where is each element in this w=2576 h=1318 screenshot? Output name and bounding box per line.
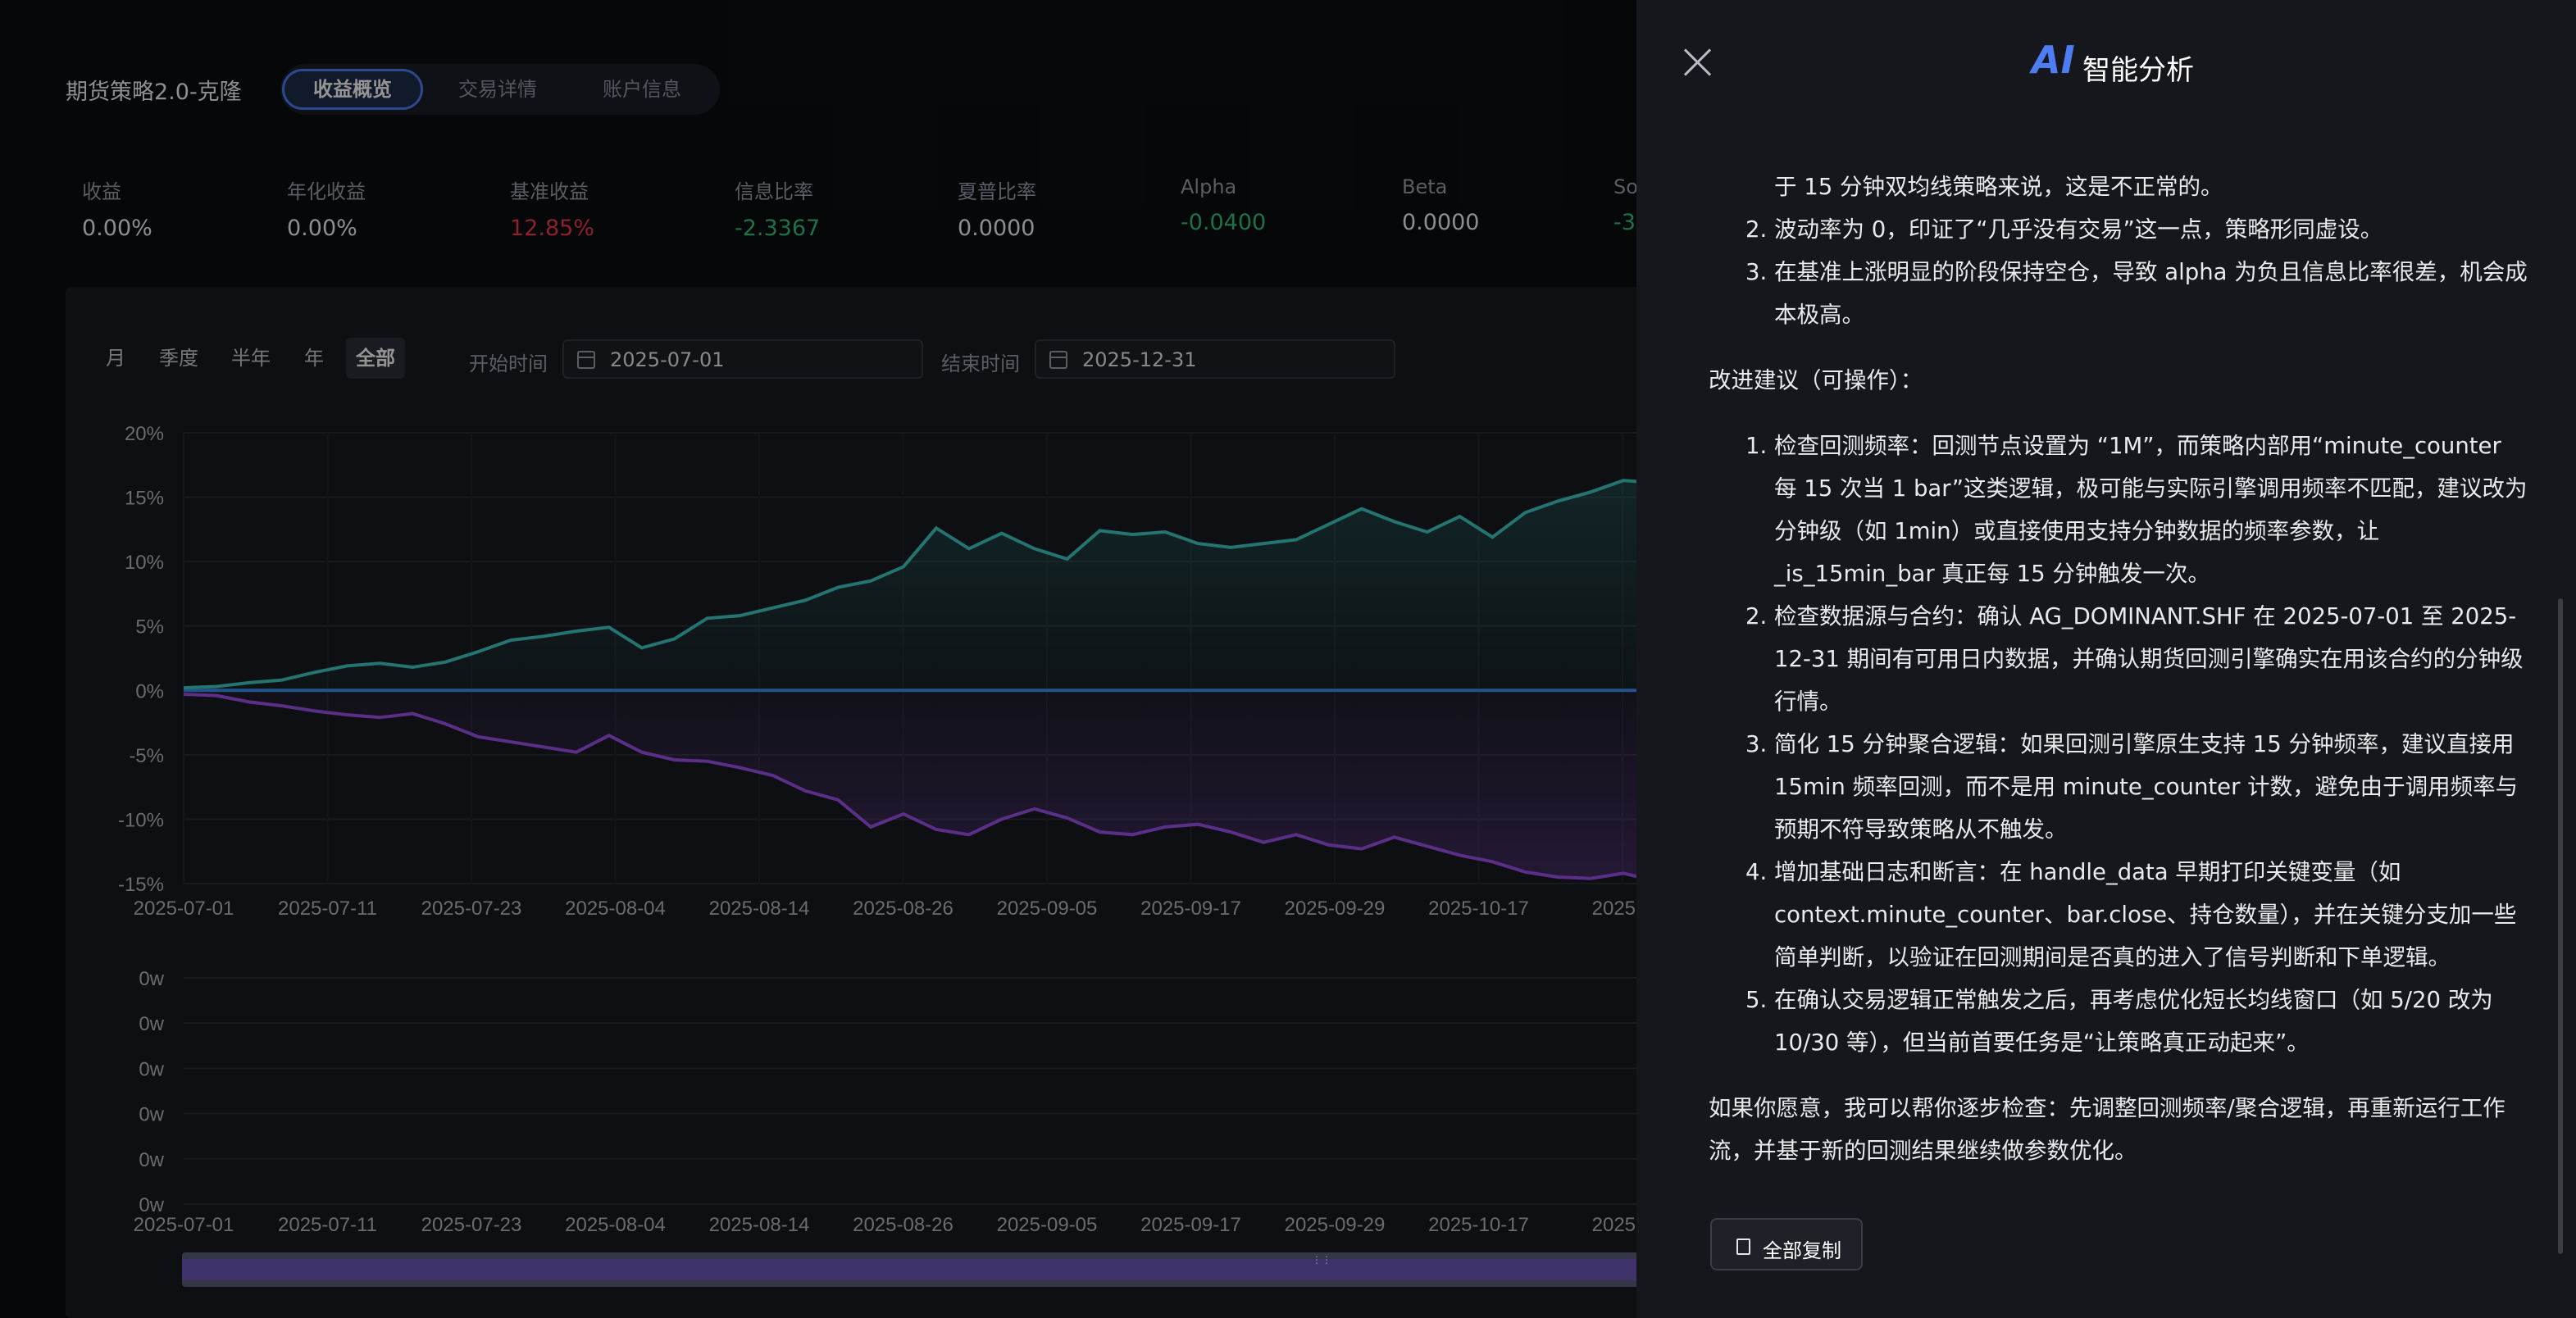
returns-chart: 20% 15% 10% 5% 0% -5% -10% -15% 2025-07-01 2025-… (118, 423, 1640, 1236)
y-tick-label: -10% (118, 809, 164, 831)
panel-scrollbar[interactable] (2558, 598, 2563, 1254)
y-tick-label: 5% (135, 616, 164, 639)
series-area-cyan (184, 480, 1640, 691)
x-tick-label: 2025-08-04 (565, 898, 666, 920)
x-tick-label: 2025-09-17 (1140, 898, 1241, 920)
zoom-range-fill (182, 1259, 1638, 1280)
x-tick-label: 2025-08-26 (853, 898, 953, 920)
x-tick-label: 2025-07-01 (134, 1214, 234, 1236)
zoom-grip-handle[interactable]: ⋮⋮ (1312, 1254, 1331, 1266)
suggestion-item: 在确认交易逻辑正常触发之后，再考虑优化短长均线窗口（如 5/20 改为 10/3… (1774, 979, 2528, 1064)
y-tick-label: 0w (139, 1104, 164, 1126)
x-tick-label: 2025-09-29 (1285, 898, 1386, 920)
y-tick-label: 20% (125, 423, 164, 445)
x-tick-label: 2025-1 (1592, 1214, 1640, 1236)
y-tick-label: 0w (139, 968, 164, 990)
y-tick-label: 0w (139, 1194, 164, 1216)
closing-paragraph: 如果你愿意，我可以帮你逐步检查：先调整回测频率/聚合逻辑，再重新运行工作流，并基… (1709, 1095, 2505, 1164)
x-tick-label: 2025-09-29 (1285, 1214, 1386, 1236)
x-tick-label: 2025-10-17 (1428, 1214, 1529, 1236)
y-tick-label: -15% (118, 874, 164, 896)
series-area-purple (184, 690, 1640, 879)
x-tick-label: 2025-08-14 (709, 1214, 810, 1236)
x-tick-label: 2025-07-01 (134, 898, 234, 920)
y-tick-label: 15% (125, 488, 164, 510)
y-tick-label: -5% (129, 745, 164, 767)
x-tick-label: 2025-08-04 (565, 1214, 666, 1236)
x-tick-label: 2025-07-23 (421, 1214, 522, 1236)
x-tick-label: 2025-07-11 (278, 1214, 377, 1236)
x-tick-label: 2025-09-05 (997, 1214, 1098, 1236)
x-tick-label: 2025-09-17 (1140, 1214, 1241, 1236)
y-tick-label: 0% (135, 680, 164, 702)
copy-all-label: 全部复制 (1763, 1239, 1841, 1262)
suggestion-item: 简化 15 分钟聚合逻辑：如果回测引擎原生支持 15 分钟频率，建议直接用 15… (1774, 723, 2528, 851)
ai-logo-icon: AI (2032, 38, 2075, 82)
copy-all-button[interactable]: 全部复制 (1710, 1218, 1863, 1270)
close-icon[interactable] (1681, 46, 1714, 79)
panel-title: 智能分析 (2082, 54, 2194, 87)
issue-item: 波动率为 0，印证了“几乎没有交易”这一点，策略形同虚设。 (1774, 208, 2528, 251)
chart-zoom-scrollbar[interactable]: ⋮⋮ (182, 1252, 1638, 1287)
issue-item: 于 15 分钟双均线策略来说，这是不正常的。 (1774, 174, 2223, 200)
issue-item: 在基准上涨明显的阶段保持空仓，导致 alpha 为负且信息比率很差，机会成本极高… (1774, 251, 2528, 336)
x-tick-label: 2025-07-11 (278, 898, 377, 920)
y-tick-label: 0w (139, 1058, 164, 1080)
y-tick-label: 10% (125, 552, 164, 574)
x-tick-label: 2025-07-23 (421, 898, 522, 920)
suggestion-item: 增加基础日志和断言：在 handle_data 早期打印关键变量（如 conte… (1774, 851, 2528, 979)
suggestion-item: 检查数据源与合约：确认 AG_DOMINANT.SHF 在 2025-07-01… (1774, 595, 2528, 723)
x-tick-label: 2025-10-17 (1428, 898, 1529, 920)
suggestions-heading: 改进建议（可操作）： (1709, 367, 1923, 393)
y-tick-label: 0w (139, 1013, 164, 1035)
y-tick-label: 0w (139, 1149, 164, 1171)
x-tick-label: 2025-1 (1592, 898, 1640, 920)
x-tick-label: 2025-08-26 (853, 1214, 953, 1236)
suggestion-item: 检查回测频率：回测节点设置为 “1M”，而策略内部用“minute_counte… (1774, 425, 2528, 595)
x-tick-label: 2025-08-14 (709, 898, 810, 920)
x-tick-label: 2025-09-05 (997, 898, 1098, 920)
clipboard-icon (1736, 1238, 1750, 1255)
analysis-content: 于 15 分钟双均线策略来说，这是不正常的。 波动率为 0，印证了“几乎没有交易… (1709, 166, 2528, 1172)
